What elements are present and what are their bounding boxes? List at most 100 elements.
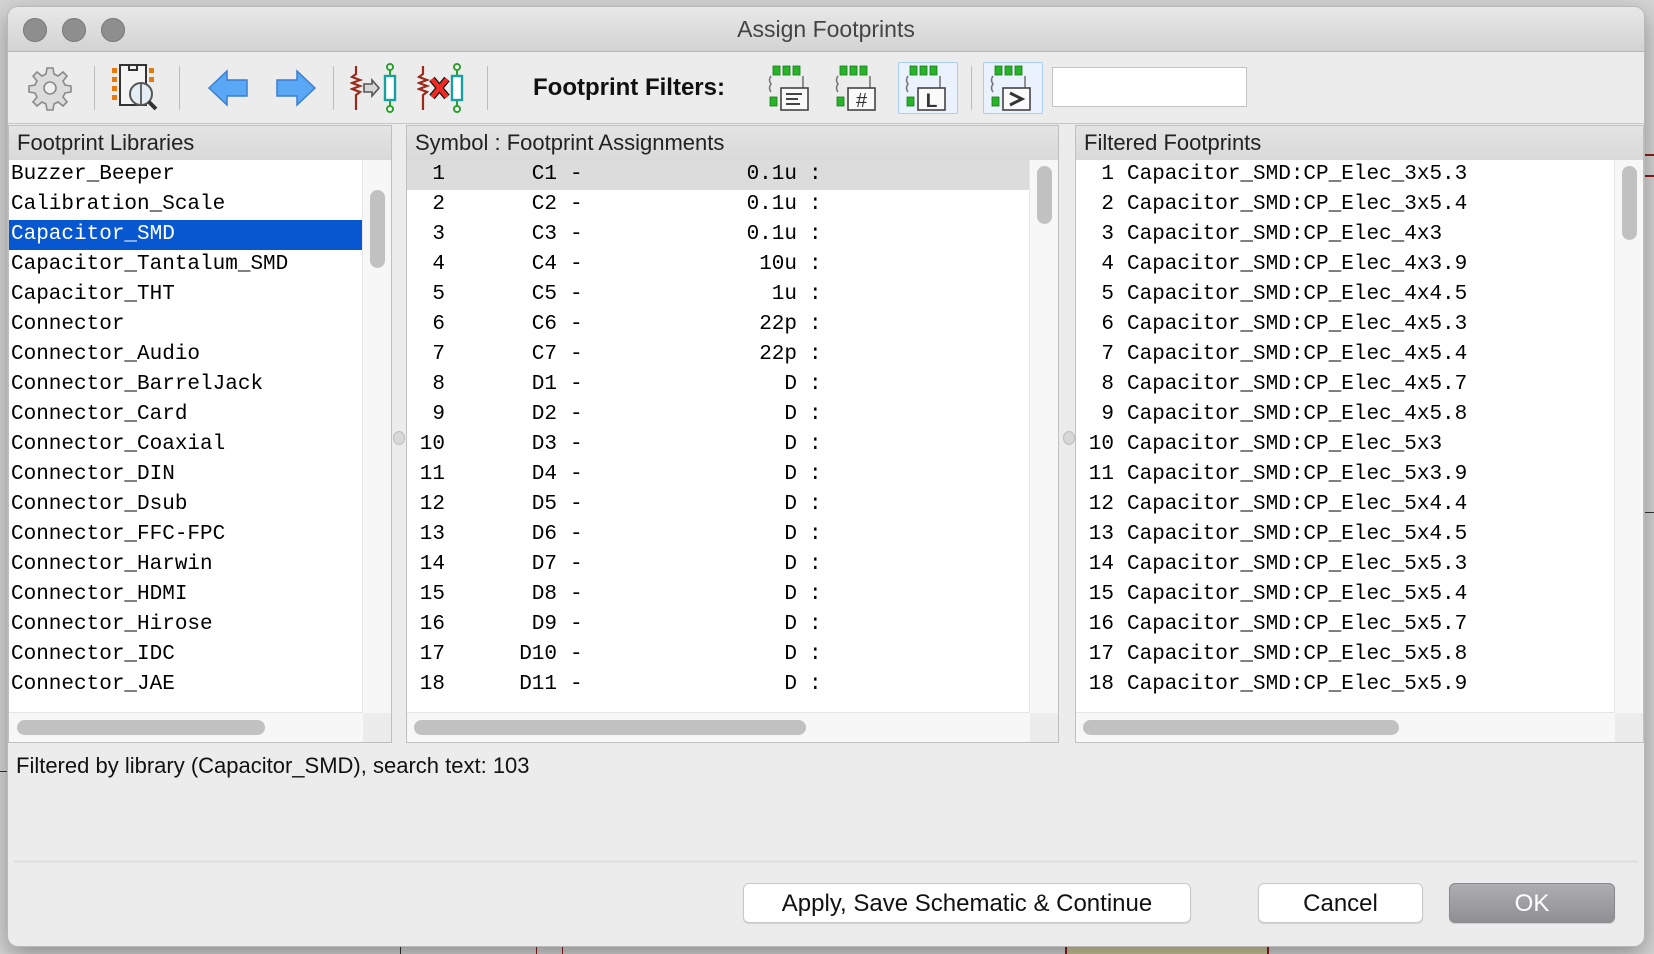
filter-by-pin-count-button[interactable]: # — [832, 62, 884, 114]
footprint-item[interactable]: 7 Capacitor_SMD:CP_Elec_4x5.4 — [1076, 340, 1614, 370]
separator-colon: : — [809, 253, 822, 276]
footprint-item[interactable]: 12 Capacitor_SMD:CP_Elec_5x4.4 — [1076, 490, 1614, 520]
assignment-reference: C3 — [531, 223, 557, 246]
scrollbar-thumb[interactable] — [414, 720, 806, 735]
assignment-row[interactable]: 7 C7 22p -: — [407, 340, 1029, 370]
footprint-index: 9 — [1101, 403, 1114, 426]
library-item[interactable]: Connector_Audio — [9, 340, 362, 370]
assignment-row[interactable]: 15 D8 D -: — [407, 580, 1029, 610]
libraries-horizontal-scrollbar[interactable] — [9, 712, 363, 742]
assignment-value: D — [784, 673, 797, 696]
footprint-item[interactable]: 11 Capacitor_SMD:CP_Elec_5x3.9 — [1076, 460, 1614, 490]
library-item[interactable]: Connector_BarrelJack — [9, 370, 362, 400]
library-item[interactable]: Connector_Hirose — [9, 610, 362, 640]
scrollbar-thumb[interactable] — [17, 720, 265, 735]
assignment-row[interactable]: 9 D2 D -: — [407, 400, 1029, 430]
assignment-row[interactable]: 12 D5 D -: — [407, 490, 1029, 520]
footprint-item[interactable]: 10 Capacitor_SMD:CP_Elec_5x3 — [1076, 430, 1614, 460]
library-item[interactable]: Connector_HDMI — [9, 580, 362, 610]
footprint-item[interactable]: 17 Capacitor_SMD:CP_Elec_5x5.8 — [1076, 640, 1614, 670]
footprint-item[interactable]: 3 Capacitor_SMD:CP_Elec_4x3 — [1076, 220, 1614, 250]
delete-all-associations-button[interactable] — [417, 62, 469, 114]
footprint-item[interactable]: 2 Capacitor_SMD:CP_Elec_3x5.4 — [1076, 190, 1614, 220]
assignment-value: D — [784, 463, 797, 486]
assignment-row[interactable]: 4 C4 10u -: — [407, 250, 1029, 280]
assignments-vertical-scrollbar[interactable] — [1029, 160, 1058, 713]
footprint-item[interactable]: 4 Capacitor_SMD:CP_Elec_4x3.9 — [1076, 250, 1614, 280]
assignment-row[interactable]: 3 C3 0.1u -: — [407, 220, 1029, 250]
associate-button[interactable] — [350, 62, 402, 114]
library-item[interactable]: Capacitor_Tantalum_SMD — [9, 250, 362, 280]
assignment-row[interactable]: 5 C5 1u -: — [407, 280, 1029, 310]
schematic-wire — [1644, 175, 1654, 177]
previous-unassigned-button[interactable] — [203, 62, 255, 114]
library-item[interactable]: Connector_Coaxial — [9, 430, 362, 460]
assignment-row[interactable]: 18 D11 D -: — [407, 670, 1029, 700]
library-item[interactable]: Capacitor_SMD — [9, 220, 362, 250]
footprint-item[interactable]: 8 Capacitor_SMD:CP_Elec_4x5.7 — [1076, 370, 1614, 400]
library-item[interactable]: Buzzer_Beeper — [9, 160, 362, 190]
assignment-row[interactable]: 10 D3 D -: — [407, 430, 1029, 460]
footprint-item[interactable]: 6 Capacitor_SMD:CP_Elec_4x5.3 — [1076, 310, 1614, 340]
assignment-row[interactable]: 1 C1 0.1u -: — [407, 160, 1029, 190]
footprint-name: Capacitor_SMD:CP_Elec_4x5.4 — [1127, 343, 1468, 366]
assignment-row[interactable]: 16 D9 D -: — [407, 610, 1029, 640]
assignment-row[interactable]: 13 D6 D -: — [407, 520, 1029, 550]
footprint-item[interactable]: 14 Capacitor_SMD:CP_Elec_5x5.3 — [1076, 550, 1614, 580]
filtered-footprints-list[interactable]: 1 Capacitor_SMD:CP_Elec_3x5.3 2 Capacitor_S… — [1076, 160, 1614, 713]
library-item[interactable]: Connector_FFC-FPC — [9, 520, 362, 550]
filter-by-keywords-button[interactable] — [765, 62, 817, 114]
footprint-filter-search-input[interactable] — [1052, 67, 1247, 107]
assignment-index: 17 — [419, 643, 445, 666]
footprints-horizontal-scrollbar[interactable] — [1076, 712, 1615, 742]
schematic-wire — [562, 946, 563, 954]
footprint-item[interactable]: 1 Capacitor_SMD:CP_Elec_3x5.3 — [1076, 160, 1614, 190]
footprint-item[interactable]: 13 Capacitor_SMD:CP_Elec_5x4.5 — [1076, 520, 1614, 550]
next-unassigned-button[interactable] — [269, 62, 321, 114]
footprints-vertical-scrollbar[interactable] — [1614, 160, 1643, 713]
schematic-wire — [1644, 512, 1654, 513]
delete-association-icon — [417, 63, 464, 113]
assignment-reference: C4 — [531, 253, 557, 276]
assignments-list[interactable]: 1 C1 0.1u -: 2 C2 0.1u -: 3 C3 0.1u -: 4 C4 10u -: 5 C5 1u… — [407, 160, 1029, 713]
library-item[interactable]: Capacitor_THT — [9, 280, 362, 310]
splitter-handle-right[interactable] — [1063, 431, 1075, 445]
view-footprint-library-button[interactable] — [109, 62, 161, 114]
assignment-row[interactable]: 6 C6 22p -: — [407, 310, 1029, 340]
splitter-handle-left[interactable] — [393, 431, 405, 445]
assignment-row[interactable]: 11 D4 D -: — [407, 460, 1029, 490]
library-item[interactable]: Connector_Card — [9, 400, 362, 430]
cancel-button[interactable]: Cancel — [1258, 883, 1423, 923]
assignment-index: 7 — [432, 343, 445, 366]
library-item[interactable]: Connector_JAE — [9, 670, 362, 700]
library-item[interactable]: Connector — [9, 310, 362, 340]
assignment-row[interactable]: 2 C2 0.1u -: — [407, 190, 1029, 220]
footprint-item[interactable]: 18 Capacitor_SMD:CP_Elec_5x5.9 — [1076, 670, 1614, 700]
assignment-row[interactable]: 8 D1 D -: — [407, 370, 1029, 400]
assignment-row[interactable]: 14 D7 D -: — [407, 550, 1029, 580]
footprint-item[interactable]: 9 Capacitor_SMD:CP_Elec_4x5.8 — [1076, 400, 1614, 430]
ok-button[interactable]: OK — [1449, 883, 1615, 923]
scrollbar-thumb[interactable] — [1622, 166, 1637, 240]
footprint-item[interactable]: 16 Capacitor_SMD:CP_Elec_5x5.7 — [1076, 610, 1614, 640]
library-item[interactable]: Calibration_Scale — [9, 190, 362, 220]
assignment-row[interactable]: 17 D10 D -: — [407, 640, 1029, 670]
separator-colon: : — [809, 163, 822, 186]
footprint-libraries-list[interactable]: Buzzer_Beeper Calibration_Scale Capacitor_… — [9, 160, 362, 713]
assignments-horizontal-scrollbar[interactable] — [407, 712, 1030, 742]
library-item[interactable]: Connector_DIN — [9, 460, 362, 490]
footprint-item[interactable]: 15 Capacitor_SMD:CP_Elec_5x5.4 — [1076, 580, 1614, 610]
filter-by-library-button[interactable]: L — [898, 62, 958, 114]
scrollbar-thumb[interactable] — [370, 190, 385, 268]
library-item[interactable]: Connector_Harwin — [9, 550, 362, 580]
filter-by-search-text-button[interactable] — [983, 62, 1043, 114]
scrollbar-thumb[interactable] — [1037, 166, 1052, 224]
library-item[interactable]: Connector_IDC — [9, 640, 362, 670]
library-item[interactable]: Connector_Dsub — [9, 490, 362, 520]
libraries-vertical-scrollbar[interactable] — [362, 160, 391, 713]
footprint-item[interactable]: 5 Capacitor_SMD:CP_Elec_4x4.5 — [1076, 280, 1614, 310]
footprint-viewer-icon — [112, 64, 158, 111]
scrollbar-thumb[interactable] — [1083, 720, 1399, 735]
preferences-button[interactable] — [24, 62, 76, 114]
apply-save-continue-button[interactable]: Apply, Save Schematic & Continue — [743, 883, 1191, 923]
